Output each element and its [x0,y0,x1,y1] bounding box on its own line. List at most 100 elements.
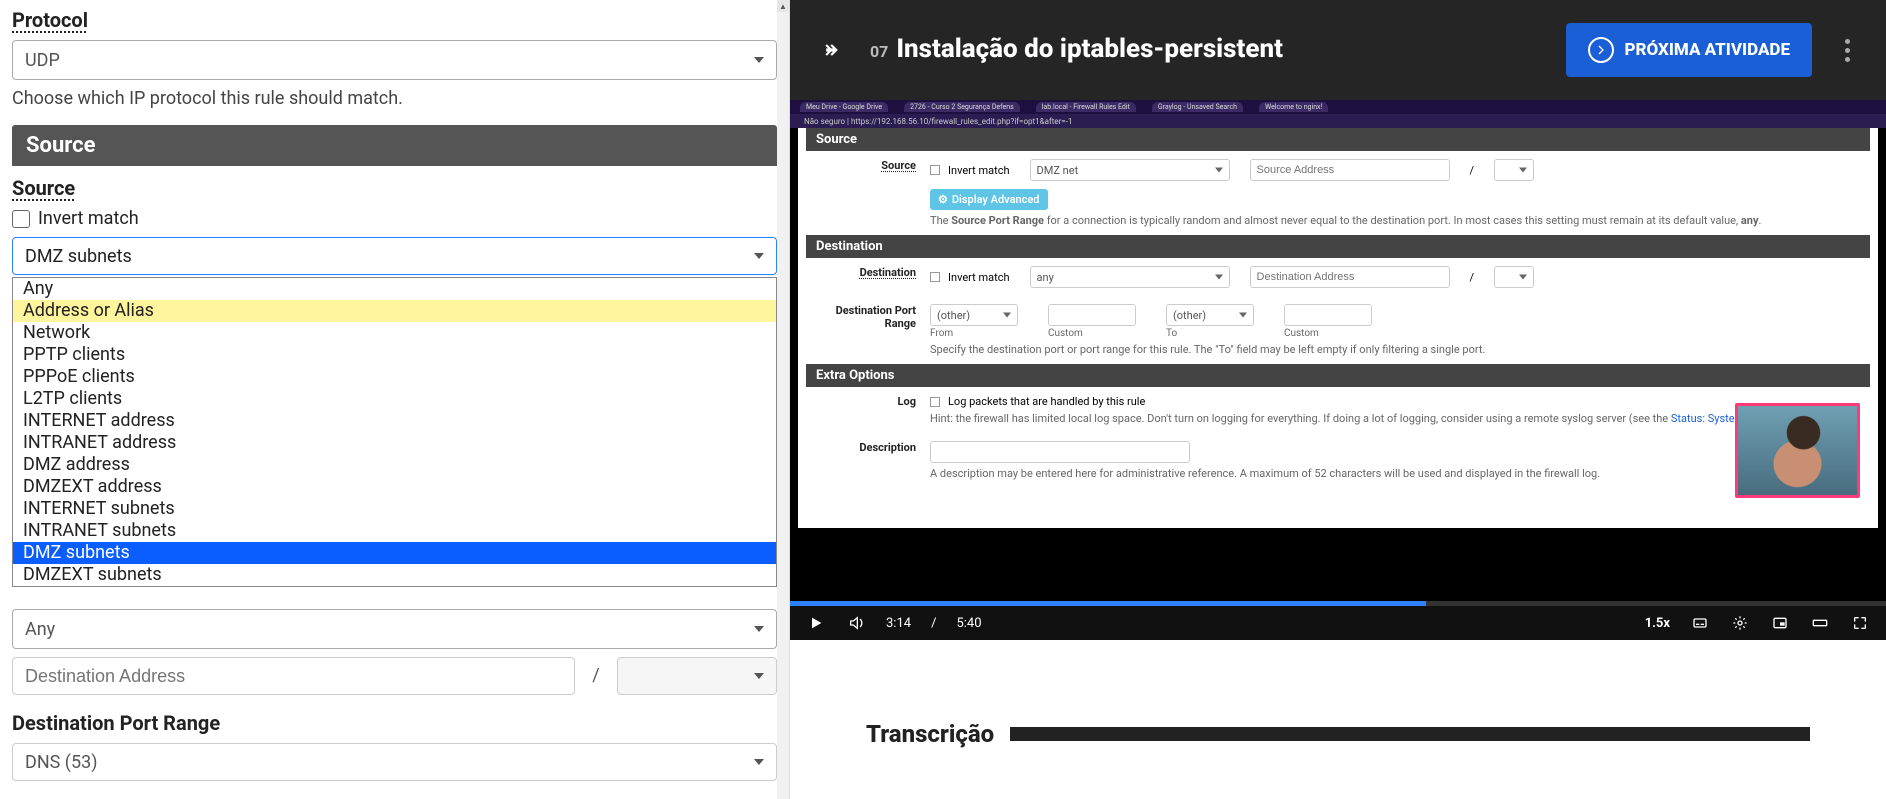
vf-section-source: Source [806,128,1870,151]
dpr-value: DNS (53) [25,752,97,773]
vf-section-dest: Destination [806,235,1870,258]
vf-port-from-custom[interactable] [1048,304,1136,326]
vf-source-help: The Source Port Range for a connection i… [930,214,1860,227]
firewall-rules-panel: ▲ Protocol UDP Choose which IP protocol … [0,0,789,799]
protocol-label: Protocol [12,8,777,32]
settings-button[interactable] [1730,613,1750,633]
scroll-up-arrow[interactable]: ▲ [777,0,789,12]
browser-url-bar: Não seguro | https://192.168.56.10/firew… [790,114,1886,128]
expand-sidebar-button[interactable] [814,32,850,68]
source-option[interactable]: DMZEXT address [13,476,776,498]
vf-desc-label: Description [816,441,916,454]
vf-desc-input[interactable] [930,441,1190,463]
browser-tab[interactable]: lab.local - Firewall Rules Edit [1036,102,1136,112]
vf-source-invert-label: Invert match [948,164,1010,177]
vf-source-select[interactable]: DMZ net [1030,159,1230,181]
source-option[interactable]: Any [13,278,776,300]
vf-log-checkbox[interactable] [930,397,940,407]
scrollbar-track[interactable]: ▲ [777,0,789,799]
protocol-help: Choose which IP protocol this rule shoul… [12,88,777,109]
source-option[interactable]: DMZ subnets [13,542,776,564]
fullscreen-button[interactable] [1850,613,1870,633]
vf-source-mask[interactable] [1494,159,1534,181]
next-activity-button[interactable]: PRÓXIMA ATIVIDADE [1566,23,1812,77]
protocol-value: UDP [25,50,60,71]
transcript-title: Transcrição [866,720,994,748]
destination-type-value: Any [25,619,55,640]
more-menu-button[interactable] [1832,39,1862,62]
protocol-select[interactable]: UDP [12,40,777,80]
vf-port-to-custom[interactable] [1284,304,1372,326]
source-select-value: DMZ subnets [25,246,132,267]
display-advanced-button[interactable]: ⚙ Display Advanced [930,189,1048,210]
video-player[interactable]: Meu Drive - Google Drive 2726 - Curso 2 S… [790,100,1886,640]
transcript-divider [1010,727,1810,741]
source-option[interactable]: INTERNET address [13,410,776,432]
browser-tab[interactable]: Graylog - Unsaved Search [1152,102,1243,112]
source-invert-checkbox[interactable] [12,210,30,228]
vf-dest-select[interactable]: any [1030,266,1230,288]
browser-tab[interactable]: Meu Drive - Google Drive [800,102,888,112]
vf-dpr-label: Destination Port Range [816,304,916,330]
destination-mask-select[interactable] [617,657,777,695]
vf-source-invert-checkbox[interactable] [930,165,940,175]
playback-speed[interactable]: 1.5x [1645,616,1670,631]
vf-source-addr-input[interactable] [1250,159,1450,181]
destination-type-select[interactable]: Any [12,609,777,649]
section-source-bar: Source [12,125,777,166]
presenter-webcam [1735,403,1860,498]
source-option[interactable]: L2TP clients [13,388,776,410]
pip-button[interactable] [1770,613,1790,633]
source-option[interactable]: INTRANET subnets [13,520,776,542]
vf-dpr-help: Specify the destination port or port ran… [930,343,1860,356]
source-option[interactable]: DMZ address [13,454,776,476]
source-option[interactable]: Network [13,322,776,344]
gear-icon: ⚙ [938,193,948,206]
video-frame: Meu Drive - Google Drive 2726 - Curso 2 S… [790,100,1886,640]
source-option[interactable]: INTERNET subnets [13,498,776,520]
source-option[interactable]: INTRANET address [13,432,776,454]
source-option[interactable]: DMZEXT subnets [13,564,776,586]
time-current: 3:14 [886,616,911,631]
vf-section-extra: Extra Options [806,364,1870,387]
course-panel: 07 Instalação do iptables-persistent PRÓ… [789,0,1886,799]
browser-tab[interactable]: Welcome to nginx! [1259,102,1328,112]
source-option[interactable]: Address or Alias [13,300,776,322]
vf-dest-mask[interactable] [1494,266,1534,288]
vf-port-from-select[interactable]: (other) [930,304,1018,326]
browser-url: Não seguro | https://192.168.56.10/firew… [804,117,1072,126]
course-header: 07 Instalação do iptables-persistent PRÓ… [790,0,1886,100]
source-option[interactable]: PPTP clients [13,344,776,366]
vf-log-label: Log [816,395,916,408]
source-label: Source [12,176,777,200]
play-button[interactable] [806,613,826,633]
source-dropdown[interactable]: AnyAddress or AliasNetworkPPTP clientsPP… [12,277,777,587]
vf-dest-label: Destination [816,266,916,279]
volume-button[interactable] [846,613,866,633]
dpr-label: Destination Port Range [12,711,777,735]
slash: / [581,657,611,695]
vf-source-label: Source [816,159,916,172]
time-sep: / [931,616,936,631]
theater-button[interactable] [1810,613,1830,633]
source-invert-label: Invert match [38,208,139,229]
vf-log-help: Hint: the firewall has limited local log… [930,412,1860,425]
vf-desc-help: A description may be entered here for ad… [930,467,1860,480]
vf-port-to-select[interactable]: (other) [1166,304,1254,326]
source-select[interactable]: DMZ subnets [12,237,777,275]
pfsense-form: Source Source Invert match DMZ net [798,128,1878,528]
browser-tabs-bar: Meu Drive - Google Drive 2726 - Curso 2 S… [790,100,1886,114]
transcript-header: Transcrição [866,720,1810,748]
destination-address-input[interactable] [12,657,575,695]
captions-button[interactable] [1690,613,1710,633]
lesson-title: Instalação do iptables-persistent [896,34,1283,64]
video-controls: 3:14 / 5:40 1.5x [790,606,1886,640]
vf-dest-addr-input[interactable] [1250,266,1450,288]
lesson-number: 07 [870,42,888,61]
next-activity-label: PRÓXIMA ATIVIDADE [1624,40,1790,60]
time-total: 5:40 [956,616,981,631]
vf-dest-invert-checkbox[interactable] [930,272,940,282]
source-option[interactable]: PPPoE clients [13,366,776,388]
browser-tab[interactable]: 2726 - Curso 2 Segurança Defens [904,102,1020,112]
dpr-select[interactable]: DNS (53) [12,743,777,781]
